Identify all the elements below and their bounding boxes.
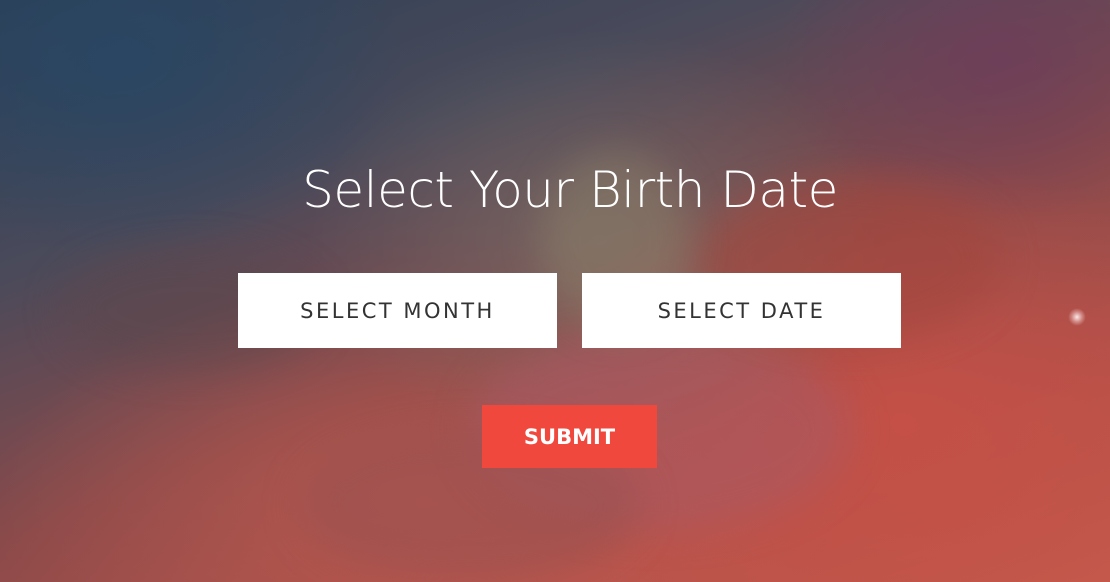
select-month-button[interactable]: SELECT MONTH	[238, 273, 557, 348]
submit-button[interactable]: SUBMIT	[482, 405, 657, 468]
star-sparkle	[1068, 308, 1086, 326]
page-title: Select Your Birth Date	[302, 161, 838, 219]
select-date-button[interactable]: SELECT DATE	[582, 273, 901, 348]
nebula-background: Select Your Birth Date SELECT MONTH SELE…	[0, 0, 1110, 582]
